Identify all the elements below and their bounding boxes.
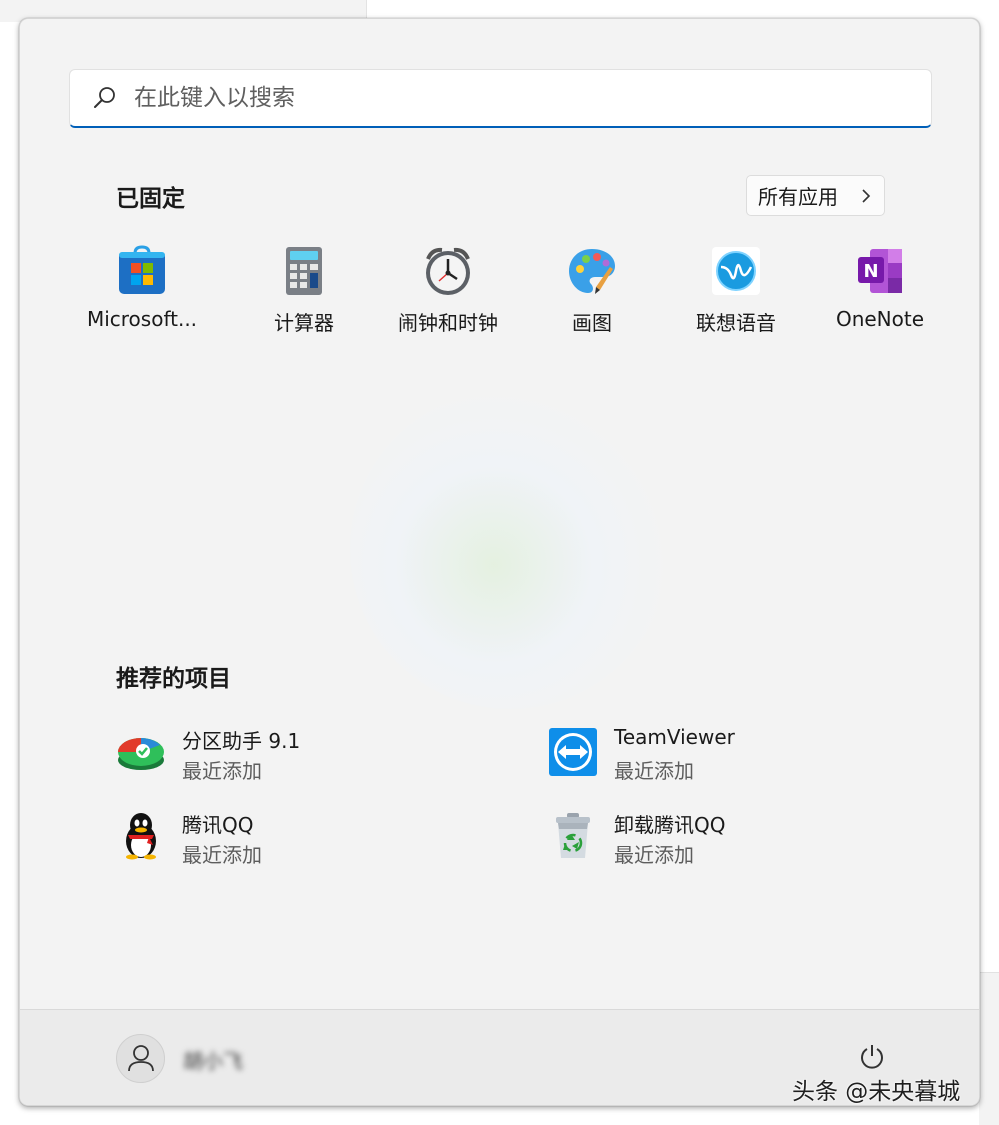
start-menu: 已固定 所有应用 Microsoft... [19, 18, 980, 1106]
recycle-bin-icon [556, 813, 590, 858]
recommended-item-teamviewer[interactable]: TeamViewer 最近添加 [548, 719, 948, 791]
chevron-right-icon [862, 189, 871, 203]
partition-assistant-icon [118, 738, 164, 770]
recommended-item-qq[interactable]: 腾讯QQ 最近添加 [116, 803, 516, 875]
recommended-item-name: TeamViewer [614, 725, 735, 749]
all-apps-label: 所有应用 [758, 185, 838, 209]
pinned-app-lenovo-voice[interactable]: 联想语音 [664, 245, 808, 345]
all-apps-button[interactable]: 所有应用 [746, 175, 885, 216]
pinned-app-microsoft-store[interactable]: Microsoft... [70, 245, 214, 345]
recommended-item-subtitle: 最近添加 [182, 843, 262, 867]
pinned-app-onenote[interactable]: N OneNote [808, 245, 952, 345]
teamviewer-icon [549, 728, 597, 776]
background-window-corner [979, 972, 999, 1125]
pinned-apps-grid: Microsoft... 计算器 闹钟和时钟 画图 联想语音 N OneNote [70, 245, 935, 345]
recommended-item-name: 卸载腾讯QQ [614, 813, 726, 837]
recommended-item-partition-assistant[interactable]: 分区助手 9.1 最近添加 [116, 719, 516, 791]
pinned-app-label: 计算器 [274, 311, 334, 335]
pinned-app-alarms-clock[interactable]: 闹钟和时钟 [376, 245, 520, 345]
recommended-item-subtitle: 最近添加 [614, 843, 694, 867]
pinned-app-label: 闹钟和时钟 [398, 311, 498, 335]
paint-palette-icon [569, 249, 615, 294]
search-icon [94, 87, 115, 108]
qq-penguin-icon [126, 813, 156, 860]
recommended-item-name: 分区助手 9.1 [182, 729, 301, 753]
lenovo-voice-icon [712, 247, 760, 295]
user-icon [128, 1045, 154, 1072]
pinned-app-label: 画图 [572, 311, 612, 335]
avatar[interactable] [116, 1034, 165, 1083]
background-glow [350, 389, 670, 709]
alarm-clock-icon [426, 247, 470, 295]
pinned-app-label: OneNote [835, 307, 925, 331]
recommended-item-subtitle: 最近添加 [182, 759, 262, 783]
search-box[interactable] [69, 69, 932, 128]
pinned-section-title: 已固定 [116, 186, 185, 212]
search-input[interactable] [134, 80, 894, 116]
user-name[interactable]: 胡小飞 [183, 1045, 243, 1074]
recommended-item-uninstall-qq[interactable]: 卸载腾讯QQ 最近添加 [548, 803, 948, 875]
pinned-app-label: Microsoft... [86, 307, 198, 331]
svg-text:N: N [863, 261, 878, 282]
recommended-item-subtitle: 最近添加 [614, 759, 694, 783]
calculator-icon [286, 247, 322, 295]
pinned-app-paint[interactable]: 画图 [520, 245, 664, 345]
pinned-app-label: 联想语音 [696, 311, 776, 335]
recommended-section-title: 推荐的项目 [116, 666, 231, 692]
microsoft-store-icon [119, 245, 165, 294]
onenote-icon: N [858, 249, 902, 293]
watermark: 头条 @未央暮城 [792, 1079, 961, 1105]
power-icon[interactable] [858, 1043, 886, 1071]
pinned-app-calculator[interactable]: 计算器 [232, 245, 376, 345]
recommended-item-name: 腾讯QQ [182, 813, 254, 837]
